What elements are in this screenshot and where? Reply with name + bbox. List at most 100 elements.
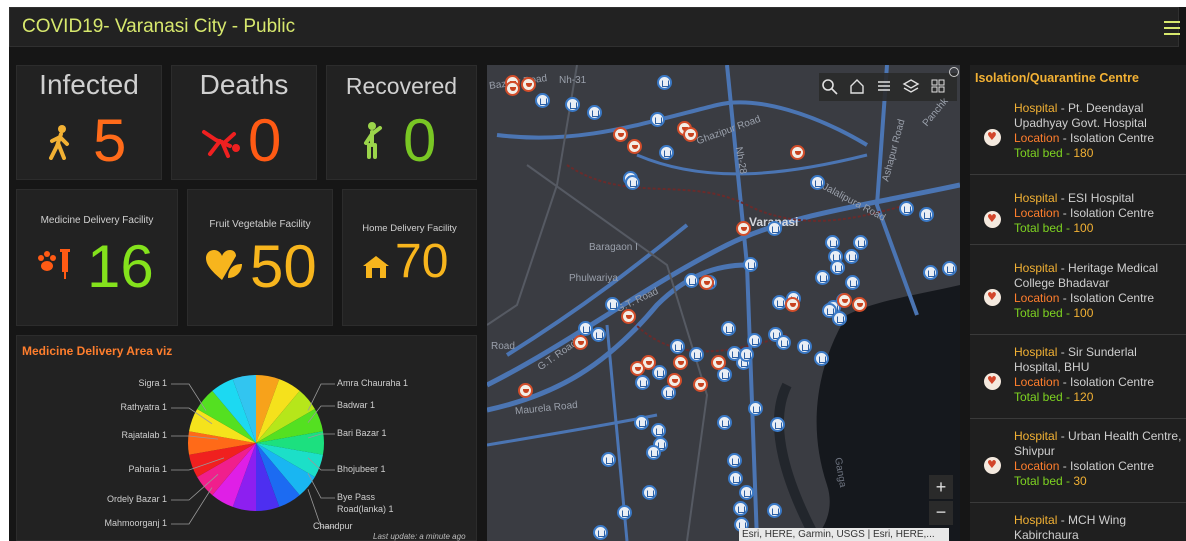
facility-marker-icon[interactable] xyxy=(797,339,812,354)
deaths-panel: Deaths 0 xyxy=(171,65,317,180)
hamburger-menu-icon[interactable] xyxy=(1164,21,1180,35)
deaths-count: 0 xyxy=(248,107,282,174)
medicine-marker-icon[interactable] xyxy=(521,77,536,92)
facility-marker-icon[interactable] xyxy=(923,265,938,280)
hospital-key: Hospital xyxy=(1014,101,1058,115)
facility-marker-icon[interactable] xyxy=(635,375,650,390)
facility-marker-icon[interactable] xyxy=(815,270,830,285)
facility-marker-icon[interactable] xyxy=(670,339,685,354)
facility-marker-icon[interactable] xyxy=(748,401,763,416)
pie-label-left: Rathyatra 1 xyxy=(120,402,167,412)
facility-marker-icon[interactable] xyxy=(844,249,859,264)
medicine-marker-icon[interactable] xyxy=(613,127,628,142)
medicine-marker-icon[interactable] xyxy=(683,127,698,142)
facility-marker-icon[interactable] xyxy=(642,485,657,500)
facility-marker-icon[interactable] xyxy=(684,273,699,288)
medicine-marker-icon[interactable] xyxy=(693,377,708,392)
medicine-marker-icon[interactable] xyxy=(837,293,852,308)
medicine-marker-icon[interactable] xyxy=(711,355,726,370)
facility-marker-icon[interactable] xyxy=(810,175,825,190)
facility-marker-icon[interactable] xyxy=(814,351,829,366)
medicine-marker-icon[interactable] xyxy=(785,297,800,312)
pie-label-left: Sigra 1 xyxy=(138,378,167,388)
facility-marker-icon[interactable] xyxy=(942,261,957,276)
isolation-list-item[interactable]: Hospital - MCH Wing KabirchauraLocation … xyxy=(970,503,1186,541)
facility-marker-icon[interactable] xyxy=(625,175,640,190)
heart-leaf-icon xyxy=(206,250,242,280)
facility-marker-icon[interactable] xyxy=(770,417,785,432)
facility-marker-icon[interactable] xyxy=(657,75,672,90)
facility-marker-icon[interactable] xyxy=(830,260,845,275)
facility-marker-icon[interactable] xyxy=(919,207,934,222)
facility-marker-icon[interactable] xyxy=(853,235,868,250)
total-bed-value: 100 xyxy=(1073,306,1094,320)
facility-marker-icon[interactable] xyxy=(587,105,602,120)
medicine-marker-icon[interactable] xyxy=(630,361,645,376)
facility-marker-icon[interactable] xyxy=(634,415,649,430)
falling-person-icon xyxy=(202,130,240,158)
map-label: Nh-31 xyxy=(559,75,587,86)
facility-marker-icon[interactable] xyxy=(650,112,665,127)
isolation-list-panel: Isolation/Quarantine Centre Hospital - P… xyxy=(970,65,1186,541)
facility-marker-icon[interactable] xyxy=(617,505,632,520)
facility-marker-icon[interactable] xyxy=(591,327,606,342)
medicine-marker-icon[interactable] xyxy=(621,309,636,324)
facility-marker-icon[interactable] xyxy=(605,297,620,312)
facility-marker-icon[interactable] xyxy=(822,303,837,318)
facility-marker-icon[interactable] xyxy=(743,257,758,272)
facility-marker-icon[interactable] xyxy=(845,275,860,290)
map-label: Baragaon I xyxy=(589,242,638,253)
facility-marker-icon[interactable] xyxy=(689,347,704,362)
facility-marker-icon[interactable] xyxy=(899,201,914,216)
layers-icon[interactable] xyxy=(899,75,923,97)
facility-marker-icon[interactable] xyxy=(739,485,754,500)
home-icon[interactable] xyxy=(845,75,869,97)
facility-marker-icon[interactable] xyxy=(727,453,742,468)
facility-marker-icon[interactable] xyxy=(535,93,550,108)
legend-list-icon[interactable] xyxy=(872,75,896,97)
medicine-marker-icon[interactable] xyxy=(790,145,805,160)
facility-marker-icon[interactable] xyxy=(651,423,666,438)
last-update-text: Last update: a minute ago xyxy=(373,532,466,541)
facility-marker-icon[interactable] xyxy=(565,97,580,112)
zoom-in-button[interactable]: + xyxy=(929,475,953,499)
medicine-marker-icon[interactable] xyxy=(667,373,682,388)
fullscreen-icon[interactable] xyxy=(949,67,959,77)
medicine-marker-icon[interactable] xyxy=(699,275,714,290)
facility-marker-icon[interactable] xyxy=(721,321,736,336)
isolation-list-item[interactable]: Hospital - Pt. Deendayal Upadhyay Govt. … xyxy=(970,91,1186,175)
home-delivery-icon xyxy=(363,256,389,278)
medicine-marker-icon[interactable] xyxy=(518,383,533,398)
facility-marker-icon[interactable] xyxy=(767,503,782,518)
zoom-out-button[interactable]: − xyxy=(929,501,953,525)
medicine-marker-icon[interactable] xyxy=(627,139,642,154)
basemap-gallery-icon[interactable] xyxy=(926,75,950,97)
facility-marker-icon[interactable] xyxy=(733,501,748,516)
facility-marker-icon[interactable] xyxy=(747,333,762,348)
medicine-marker-icon[interactable] xyxy=(736,221,751,236)
search-icon[interactable] xyxy=(818,75,842,97)
facility-marker-icon[interactable] xyxy=(601,452,616,467)
isolation-list-item[interactable]: Hospital - ESI HospitalLocation - Isolat… xyxy=(970,181,1186,245)
medicine-marker-icon[interactable] xyxy=(573,335,588,350)
pie-label-right: Bye Pass xyxy=(337,492,376,502)
facility-marker-icon[interactable] xyxy=(717,415,732,430)
map-view[interactable]: Nh-31 Bazaar Road Ghazipur Road Nh-28 As… xyxy=(487,65,960,541)
isolation-list-item[interactable]: Hospital - Heritage Medical College Bhad… xyxy=(970,251,1186,335)
medicine-marker-icon[interactable] xyxy=(852,297,867,312)
pie-label-right: Badwar 1 xyxy=(337,400,376,410)
facility-marker-icon[interactable] xyxy=(646,445,661,460)
medicine-marker-icon[interactable] xyxy=(673,355,688,370)
isolation-list-item[interactable]: Hospital - Sir Sunderlal Hospital, BHULo… xyxy=(970,335,1186,419)
medicine-delivery-label: Medicine Delivery Facility xyxy=(40,215,154,226)
facility-marker-icon[interactable] xyxy=(659,145,674,160)
facility-marker-icon[interactable] xyxy=(776,335,791,350)
facility-marker-icon[interactable] xyxy=(593,525,608,540)
facility-marker-icon[interactable] xyxy=(767,221,782,236)
facility-marker-icon[interactable] xyxy=(739,347,754,362)
infected-panel: Infected 5 xyxy=(16,65,162,180)
facility-marker-icon[interactable] xyxy=(728,471,743,486)
isolation-list-item[interactable]: Hospital - Urban Health Centre, ShivpurL… xyxy=(970,419,1186,503)
facility-marker-icon[interactable] xyxy=(825,235,840,250)
medicine-marker-icon[interactable] xyxy=(505,81,520,96)
